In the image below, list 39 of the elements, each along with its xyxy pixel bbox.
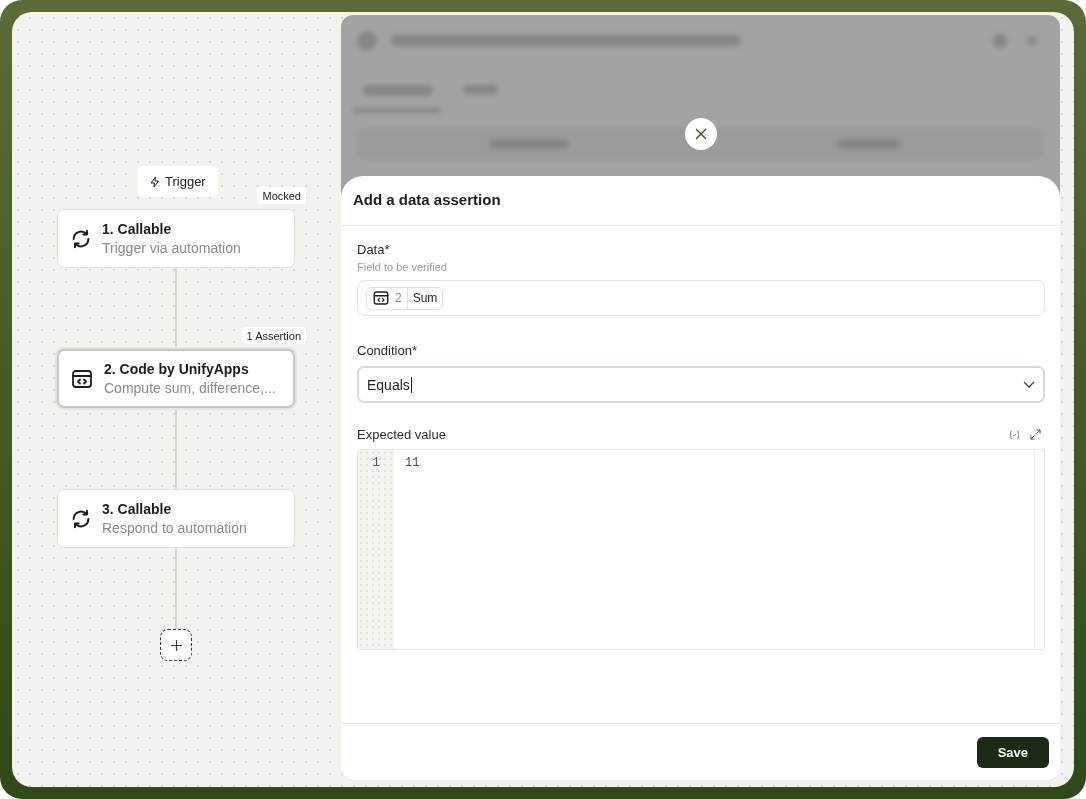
code-editor[interactable]: 1 11 (357, 449, 1045, 650)
save-button[interactable]: Save (976, 736, 1049, 768)
step-subtitle: Trigger via automation (102, 240, 241, 256)
field-hint: Field to be verified (357, 261, 448, 273)
step-badge: Mocked (257, 187, 306, 204)
close-icon (695, 128, 707, 140)
step-badge: 1 Assertion (241, 327, 306, 344)
trigger-button[interactable]: Trigger (137, 166, 218, 197)
step-title: 2. Code by UnifyApps (104, 361, 250, 377)
field-label: Condition* (357, 343, 418, 358)
dialog-title: Add a data assertion (341, 176, 1060, 226)
code-window-icon (372, 289, 390, 307)
lightning-icon (149, 175, 161, 188)
step-subtitle: Compute sum, difference,... (104, 380, 276, 396)
step-title: 1. Callable (102, 221, 173, 237)
sync-icon (70, 227, 92, 250)
format-button[interactable] (1009, 429, 1020, 440)
plus-icon (170, 639, 182, 651)
step-number: 2 (395, 291, 402, 305)
data-field[interactable]: 2 Sum (357, 280, 1045, 316)
field-label: Data* (357, 242, 391, 257)
add-step-button[interactable] (160, 629, 192, 661)
step-title: 3. Callable (102, 501, 173, 517)
code-line: 11 (405, 456, 421, 470)
data-pill[interactable]: 2 Sum (366, 286, 444, 310)
close-button[interactable] (685, 118, 717, 150)
expand-button[interactable] (1030, 429, 1041, 440)
field-label: Expected value (357, 427, 446, 442)
step-card[interactable]: 3. Callable Respond to automation (57, 489, 295, 548)
step-subtitle: Respond to automation (102, 520, 247, 536)
line-number: 1 (372, 456, 380, 470)
step-card[interactable]: 2. Code by UnifyApps Compute sum, difference,... (57, 349, 295, 408)
chevron-down-icon (1023, 381, 1035, 388)
field-name: Sum (411, 291, 439, 305)
braces-check-icon (1009, 429, 1020, 440)
expand-icon (1030, 429, 1041, 440)
sync-icon (70, 507, 92, 530)
condition-select[interactable]: Equals (357, 366, 1045, 403)
step-card[interactable]: 1. Callable Trigger via automation (57, 209, 295, 268)
